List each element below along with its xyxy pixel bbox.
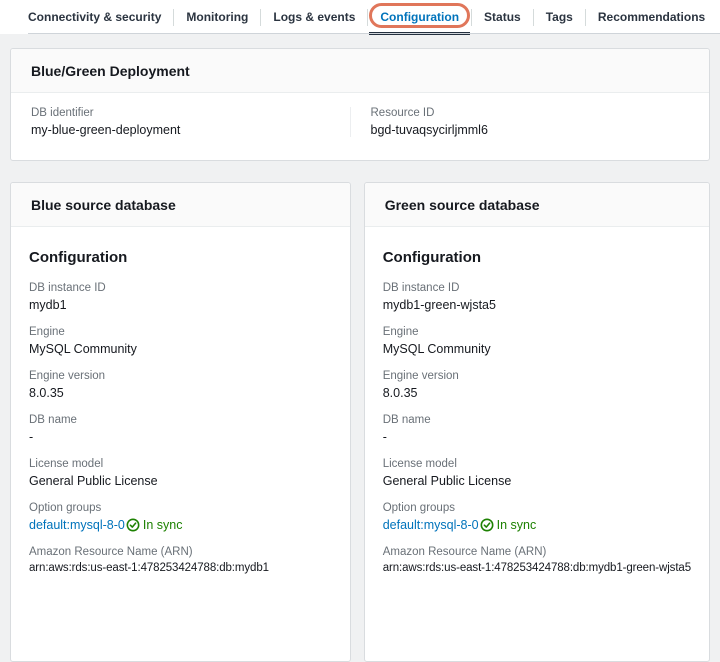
db-identifier-value: my-blue-green-deployment [31, 123, 350, 137]
tab-label: Configuration [380, 10, 459, 24]
blue-option-group-link[interactable]: default:mysql-8-0 [29, 518, 125, 532]
in-sync-status: In sync [497, 518, 537, 532]
tab-status[interactable]: Status [472, 0, 533, 34]
blue-arn-field: Amazon Resource Name (ARN) arn:aws:rds:u… [29, 546, 332, 574]
tab-label: Monitoring [186, 10, 248, 24]
field-label: Amazon Resource Name (ARN) [29, 546, 332, 558]
tab-tags[interactable]: Tags [534, 0, 585, 34]
tab-label: Status [484, 10, 521, 24]
detail-tabs: Connectivity & security Monitoring Logs … [0, 0, 720, 34]
tab-label: Tags [546, 10, 573, 24]
deployment-card-title: Blue/Green Deployment [11, 49, 709, 93]
tab-connectivity-security[interactable]: Connectivity & security [16, 0, 173, 34]
resource-id-label: Resource ID [371, 107, 690, 119]
field-label: Engine [29, 326, 332, 338]
in-sync-check-icon [480, 518, 494, 532]
tab-configuration[interactable]: Configuration [368, 0, 471, 34]
tab-label: Connectivity & security [28, 10, 161, 24]
blue-card-body: Configuration DB instance ID mydb1 Engin… [11, 227, 350, 596]
field-value: arn:aws:rds:us-east-1:478253424788:db:my… [29, 562, 332, 574]
green-source-database-card: Green source database Configuration DB i… [364, 182, 710, 662]
field-value: - [383, 430, 691, 444]
tab-logs-events[interactable]: Logs & events [261, 0, 367, 34]
field-label: Engine [383, 326, 691, 338]
field-value: General Public License [29, 474, 332, 488]
field-label: DB instance ID [383, 282, 691, 294]
database-columns: Blue source database Configuration DB in… [10, 182, 710, 662]
blue-source-database-card: Blue source database Configuration DB in… [10, 182, 351, 662]
tabbar-divider [28, 33, 720, 34]
green-card-body: Configuration DB instance ID mydb1-green… [365, 227, 709, 596]
resource-id-value: bgd-tuvaqsycirljmml6 [371, 123, 690, 137]
green-db-instance-id-field: DB instance ID mydb1-green-wjsta5 [383, 282, 691, 312]
field-label: DB name [29, 414, 332, 426]
tab-label: Logs & events [273, 10, 355, 24]
green-arn-field: Amazon Resource Name (ARN) arn:aws:rds:u… [383, 546, 691, 574]
field-value: arn:aws:rds:us-east-1:478253424788:db:my… [383, 562, 691, 574]
green-engine-version-field: Engine version 8.0.35 [383, 370, 691, 400]
blue-license-model-field: License model General Public License [29, 458, 332, 488]
deployment-card-body: DB identifier my-blue-green-deployment R… [11, 93, 709, 153]
field-label: DB name [383, 414, 691, 426]
field-label: Engine version [29, 370, 332, 382]
field-label: Amazon Resource Name (ARN) [383, 546, 691, 558]
field-value: 8.0.35 [29, 386, 332, 400]
field-value: mydb1 [29, 298, 332, 312]
field-value: 8.0.35 [383, 386, 691, 400]
green-option-group-link[interactable]: default:mysql-8-0 [383, 518, 479, 532]
field-label: DB instance ID [29, 282, 332, 294]
field-label: Option groups [383, 502, 691, 514]
blue-engine-field: Engine MySQL Community [29, 326, 332, 356]
green-card-title: Green source database [365, 183, 709, 227]
green-configuration-heading: Configuration [383, 249, 691, 266]
green-engine-field: Engine MySQL Community [383, 326, 691, 356]
field-label: License model [29, 458, 332, 470]
green-db-name-field: DB name - [383, 414, 691, 444]
resource-id-field: Resource ID bgd-tuvaqsycirljmml6 [351, 107, 690, 137]
tab-recommendations[interactable]: Recommendations [586, 0, 717, 34]
blue-card-title: Blue source database [11, 183, 350, 227]
field-value: mydb1-green-wjsta5 [383, 298, 691, 312]
field-value: MySQL Community [383, 342, 691, 356]
blue-db-instance-id-field: DB instance ID mydb1 [29, 282, 332, 312]
field-label: Engine version [383, 370, 691, 382]
field-label: License model [383, 458, 691, 470]
field-label: Option groups [29, 502, 332, 514]
blue-db-name-field: DB name - [29, 414, 332, 444]
field-value: - [29, 430, 332, 444]
blue-configuration-heading: Configuration [29, 249, 332, 266]
blue-green-deployment-card: Blue/Green Deployment DB identifier my-b… [10, 48, 710, 161]
field-value: MySQL Community [29, 342, 332, 356]
field-value: General Public License [383, 474, 691, 488]
in-sync-check-icon [126, 518, 140, 532]
green-license-model-field: License model General Public License [383, 458, 691, 488]
tab-monitoring[interactable]: Monitoring [174, 0, 260, 34]
green-option-groups-field: Option groups default:mysql-8-0 In sync [383, 502, 691, 532]
blue-option-groups-field: Option groups default:mysql-8-0 In sync [29, 502, 332, 532]
db-identifier-field: DB identifier my-blue-green-deployment [31, 107, 351, 137]
db-identifier-label: DB identifier [31, 107, 350, 119]
blue-engine-version-field: Engine version 8.0.35 [29, 370, 332, 400]
in-sync-status: In sync [143, 518, 183, 532]
tab-label: Recommendations [598, 10, 705, 24]
